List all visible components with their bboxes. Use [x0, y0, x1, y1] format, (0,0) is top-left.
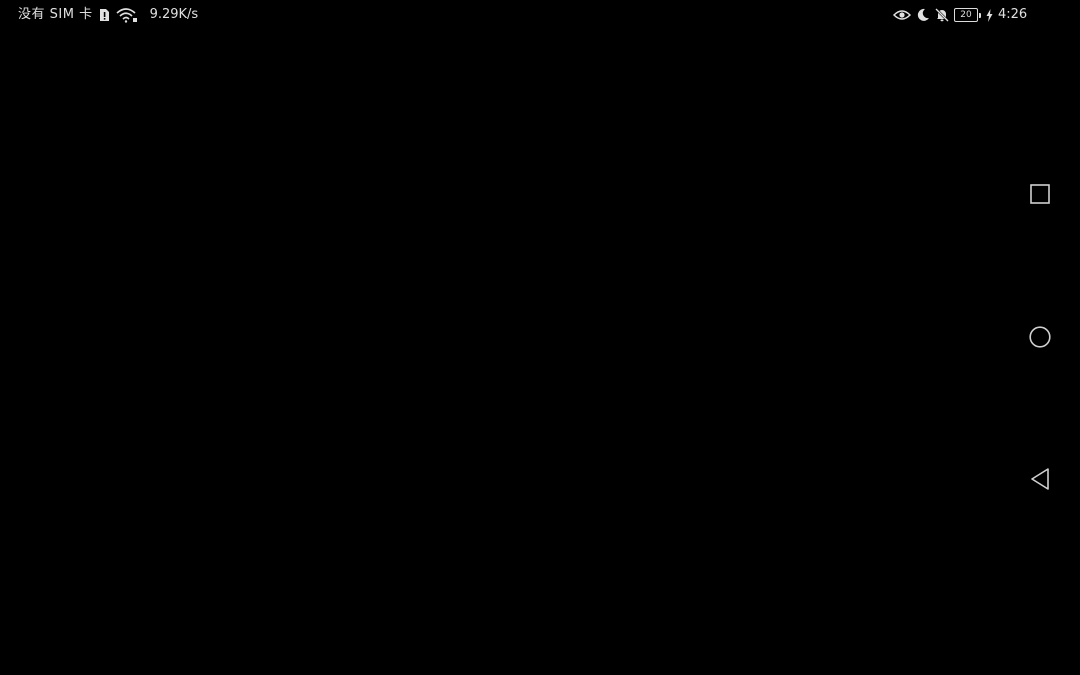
eye-comfort-icon [893, 9, 911, 21]
notifications-muted-icon [935, 8, 949, 22]
battery-level: 20 [954, 8, 978, 22]
square-icon [1030, 184, 1050, 204]
triangle-back-icon [1030, 468, 1050, 490]
carrier-label: 没有 SIM 卡 [18, 7, 93, 22]
battery-tip [979, 12, 981, 18]
do-not-disturb-moon-icon [916, 8, 930, 22]
back-button[interactable] [1000, 449, 1080, 509]
device-screen: 没有 SIM 卡 9.29K/s 20 4:26 [0, 0, 1080, 675]
network-speed: 9.29K/s [149, 7, 199, 22]
sim-alert-icon [99, 8, 110, 22]
charging-bolt-icon [986, 8, 993, 22]
recent-apps-button[interactable] [1000, 164, 1080, 224]
status-bar: 没有 SIM 卡 9.29K/s 20 4:26 [0, 0, 1080, 32]
home-button[interactable] [1000, 307, 1080, 367]
status-left-group: 没有 SIM 卡 9.29K/s [18, 6, 198, 24]
wifi-icon [116, 7, 138, 23]
battery-icon: 20 [954, 8, 981, 22]
circle-icon [1029, 326, 1051, 348]
navigation-bar [1000, 0, 1080, 675]
